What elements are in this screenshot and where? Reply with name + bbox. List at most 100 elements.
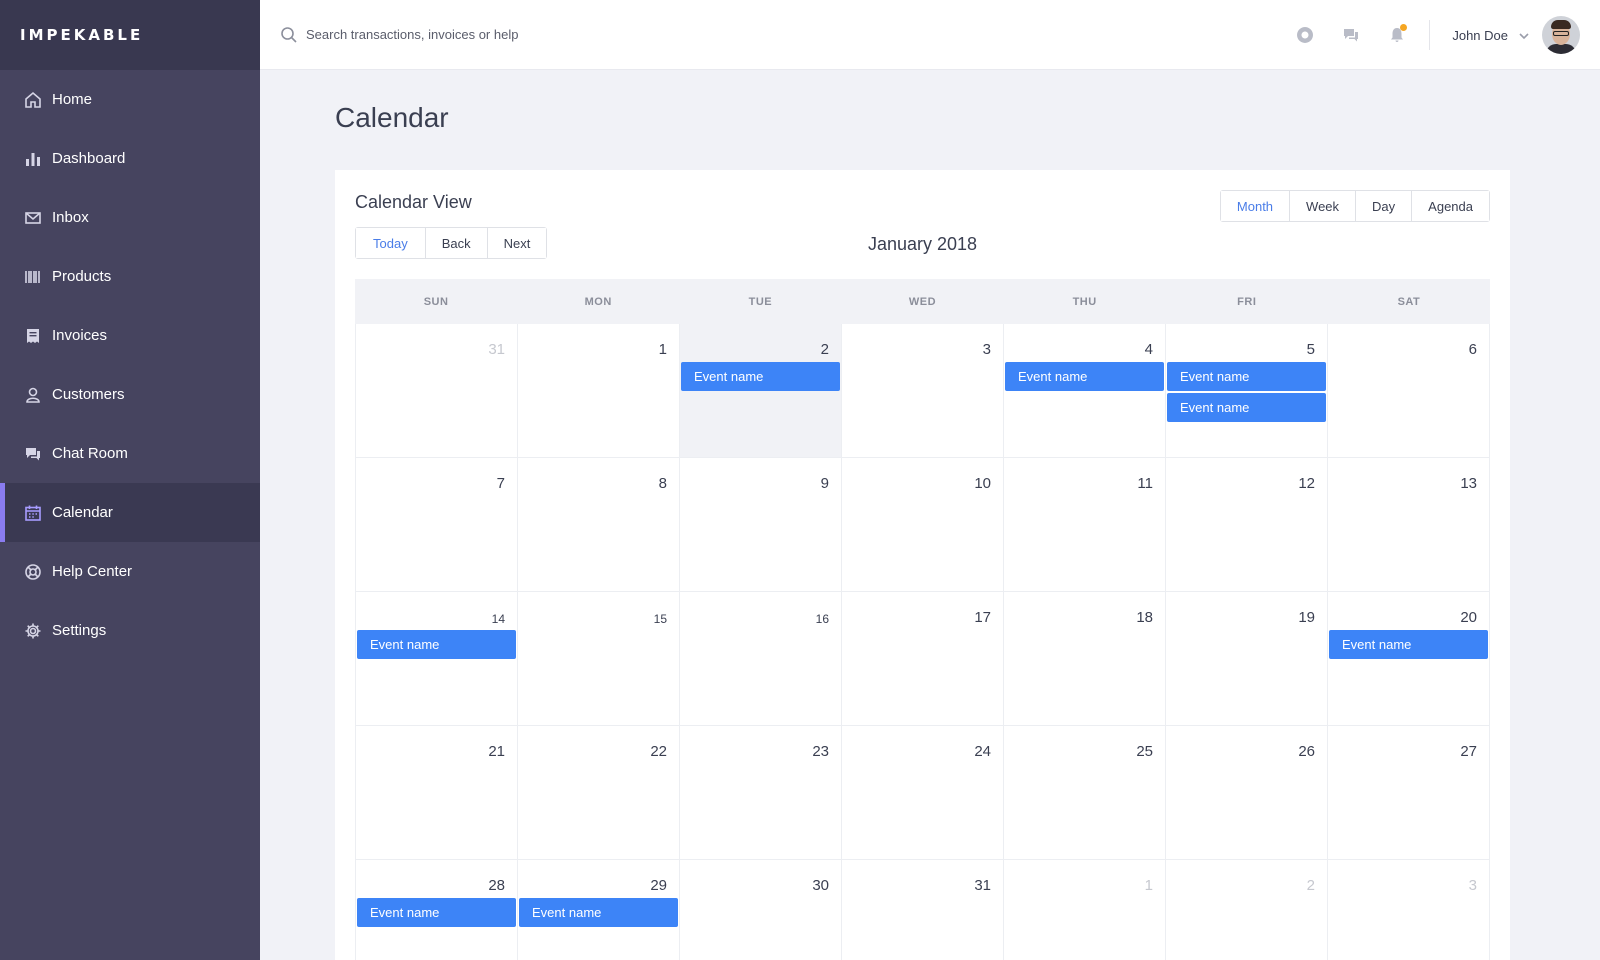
day-number[interactable]: 25 [1136, 743, 1153, 760]
day-cell[interactable]: 15 [518, 592, 680, 725]
day-number[interactable]: 6 [1469, 341, 1477, 358]
day-number[interactable]: 13 [1460, 475, 1477, 492]
day-number[interactable]: 17 [974, 609, 991, 626]
day-number[interactable]: 9 [821, 475, 829, 492]
day-number[interactable]: 11 [1137, 475, 1153, 492]
day-cell[interactable]: 5 Event name Event name [1166, 324, 1328, 457]
day-number[interactable]: 24 [974, 743, 991, 760]
sidebar-item-calendar[interactable]: Calendar [0, 483, 260, 542]
day-cell[interactable]: 23 [680, 726, 842, 859]
day-cell[interactable]: 30 [680, 860, 842, 960]
day-cell[interactable]: 31 [842, 860, 1004, 960]
brand-logo[interactable]: IMPEKABLE [0, 0, 260, 70]
day-number[interactable]: 2 [821, 341, 829, 358]
day-number[interactable]: 7 [497, 475, 505, 492]
day-cell[interactable]: 21 [356, 726, 518, 859]
day-cell[interactable]: 2 [1166, 860, 1328, 960]
sidebar-item-chat-room[interactable]: Chat Room [0, 424, 260, 483]
day-cell[interactable]: 27 [1328, 726, 1490, 859]
notifications-button[interactable] [1387, 24, 1407, 45]
day-number[interactable]: 31 [488, 341, 505, 358]
sidebar-item-settings[interactable]: Settings [0, 601, 260, 660]
day-number[interactable]: 29 [650, 877, 667, 894]
day-cell[interactable]: 12 [1166, 458, 1328, 591]
day-cell[interactable]: 18 [1004, 592, 1166, 725]
day-cell[interactable]: 6 [1328, 324, 1490, 457]
day-cell[interactable]: 29 Event name [518, 860, 680, 960]
avatar[interactable] [1542, 16, 1580, 54]
day-number[interactable]: 27 [1460, 743, 1477, 760]
calendar-event[interactable]: Event name [357, 630, 516, 659]
day-number[interactable]: 20 [1460, 609, 1477, 626]
day-number[interactable]: 31 [974, 877, 991, 894]
day-cell[interactable]: 14 Event name [356, 592, 518, 725]
sidebar-item-dashboard[interactable]: Dashboard [0, 129, 260, 188]
day-number[interactable]: 2 [1307, 877, 1315, 894]
day-cell[interactable]: 1 [518, 324, 680, 457]
agenda-view-button[interactable]: Agenda [1412, 191, 1489, 221]
sidebar-item-label: Dashboard [52, 150, 126, 167]
day-number[interactable]: 23 [812, 743, 829, 760]
day-cell[interactable]: 3 [1328, 860, 1490, 960]
day-number[interactable]: 22 [650, 743, 667, 760]
day-number[interactable]: 18 [1136, 609, 1153, 626]
day-cell[interactable]: 28 Event name [356, 860, 518, 960]
day-number[interactable]: 5 [1307, 341, 1315, 358]
sidebar-item-products[interactable]: Products [0, 247, 260, 306]
day-number[interactable]: 28 [488, 877, 505, 894]
calendar-event[interactable]: Event name [519, 898, 678, 927]
sidebar-item-home[interactable]: Home [0, 70, 260, 129]
day-number[interactable]: 3 [983, 341, 991, 358]
day-cell[interactable]: 20 Event name [1328, 592, 1490, 725]
day-cell[interactable]: 19 [1166, 592, 1328, 725]
day-cell[interactable]: 17 [842, 592, 1004, 725]
day-number[interactable]: 21 [488, 743, 505, 760]
day-number[interactable]: 8 [659, 475, 667, 492]
day-number[interactable]: 10 [974, 475, 991, 492]
day-number[interactable]: 4 [1145, 341, 1153, 358]
day-cell[interactable]: 2 Event name [680, 324, 842, 457]
calendar-event[interactable]: Event name [1005, 362, 1164, 391]
day-cell[interactable]: 16 [680, 592, 842, 725]
calendar-event[interactable]: Event name [1167, 362, 1326, 391]
user-menu[interactable]: John Doe [1452, 0, 1580, 70]
day-cell[interactable]: 31 [356, 324, 518, 457]
day-number[interactable]: 1 [659, 341, 667, 358]
sidebar-item-help-center[interactable]: Help Center [0, 542, 260, 601]
day-cell[interactable]: 1 [1004, 860, 1166, 960]
sidebar-item-inbox[interactable]: Inbox [0, 188, 260, 247]
day-number[interactable]: 19 [1298, 609, 1315, 626]
help-button[interactable] [1295, 25, 1315, 45]
sidebar-item-customers[interactable]: Customers [0, 365, 260, 424]
day-view-button[interactable]: Day [1356, 191, 1413, 221]
day-number[interactable]: 1 [1145, 877, 1153, 894]
day-number[interactable]: 3 [1469, 877, 1477, 894]
sidebar-item-invoices[interactable]: Invoices [0, 306, 260, 365]
day-cell[interactable]: 10 [842, 458, 1004, 591]
day-cell[interactable]: 22 [518, 726, 680, 859]
day-cell[interactable]: 24 [842, 726, 1004, 859]
calendar-event[interactable]: Event name [357, 898, 516, 927]
day-cell[interactable]: 7 [356, 458, 518, 591]
day-number[interactable]: 14 [492, 612, 505, 626]
calendar-event[interactable]: Event name [681, 362, 840, 391]
day-number[interactable]: 30 [812, 877, 829, 894]
calendar-event[interactable]: Event name [1167, 393, 1326, 422]
day-cell[interactable]: 8 [518, 458, 680, 591]
day-cell[interactable]: 11 [1004, 458, 1166, 591]
day-cell[interactable]: 3 [842, 324, 1004, 457]
day-cell[interactable]: 13 [1328, 458, 1490, 591]
day-number[interactable]: 26 [1298, 743, 1315, 760]
month-view-button[interactable]: Month [1220, 191, 1291, 221]
calendar-event[interactable]: Event name [1329, 630, 1488, 659]
day-cell[interactable]: 9 [680, 458, 842, 591]
day-cell[interactable]: 25 [1004, 726, 1166, 859]
day-number[interactable]: 16 [816, 612, 829, 626]
week-view-button[interactable]: Week [1290, 191, 1357, 221]
day-number[interactable]: 12 [1298, 475, 1315, 492]
day-number[interactable]: 15 [654, 612, 667, 626]
day-cell[interactable]: 26 [1166, 726, 1328, 859]
search-input[interactable] [306, 27, 806, 42]
day-cell[interactable]: 4 Event name [1004, 324, 1166, 457]
messages-button[interactable] [1341, 25, 1361, 45]
